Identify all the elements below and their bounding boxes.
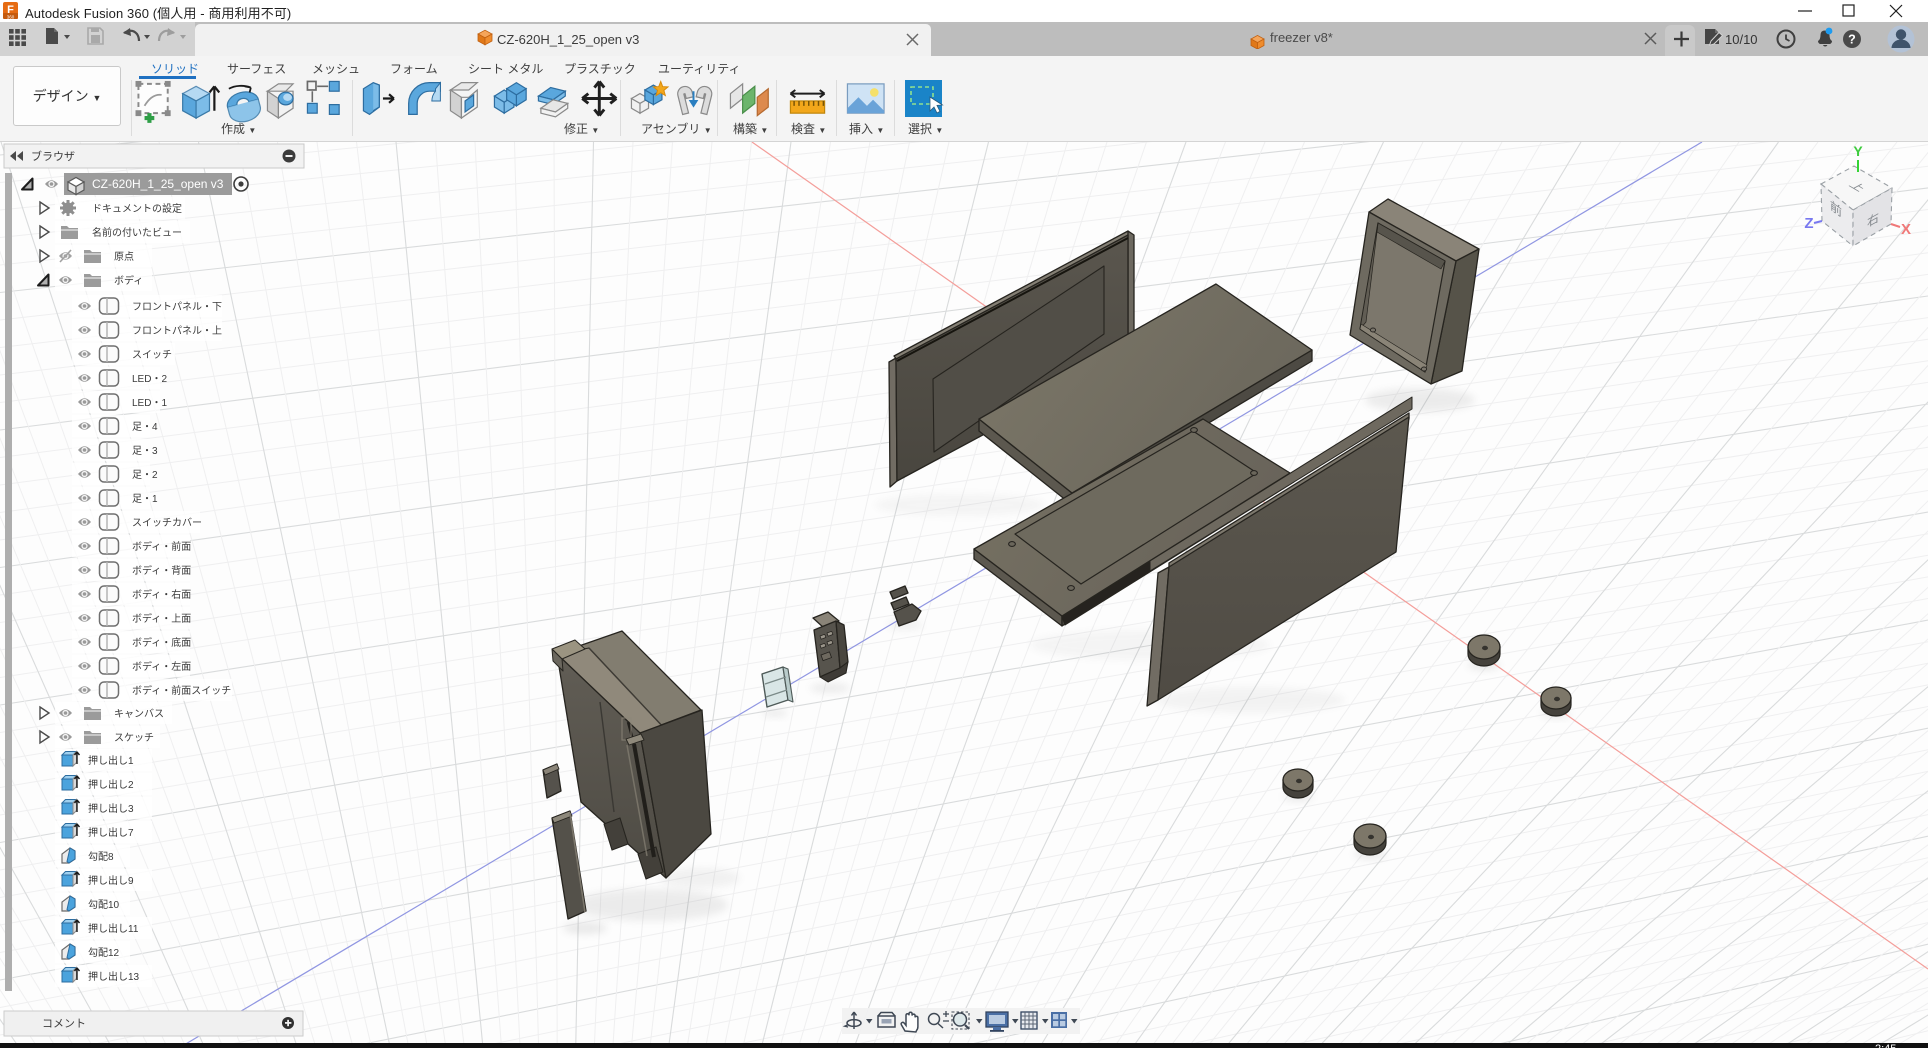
svg-text:LED・1: LED・1 [132,398,167,409]
svg-text:ボディ: ボディ [114,274,143,287]
svg-text:勾配8: 勾配8 [88,850,114,863]
svg-text:押し出し11: 押し出し11 [88,922,139,935]
svg-text:スイッチ: スイッチ [132,349,172,361]
svg-text:押し出し7: 押し出し7 [88,826,134,839]
svg-text:コメント: コメント [42,1018,86,1030]
svg-text:勾配10: 勾配10 [88,898,120,911]
svg-text:フロントパネル・下: フロントパネル・下 [132,301,222,313]
svg-text:Y: Y [1853,143,1863,159]
svg-text:フロントパネル・上: フロントパネル・上 [132,325,222,337]
svg-text:原点: 原点 [114,251,134,263]
svg-text:ボディ・左面: ボディ・左面 [132,660,191,673]
svg-text:ドキュメントの設定: ドキュメントの設定 [92,202,182,215]
svg-text:2:45: 2:45 [1875,1043,1896,1048]
svg-text:押し出し1: 押し出し1 [88,754,134,767]
svg-text:足・2: 足・2 [132,469,158,481]
svg-text:スケッチ: スケッチ [114,732,154,744]
svg-text:ボディ・底面: ボディ・底面 [132,636,191,649]
svg-text:LED・2: LED・2 [132,374,167,385]
svg-text:押し出し9: 押し出し9 [88,874,134,887]
svg-text:スイッチカバー: スイッチカバー [132,517,202,529]
svg-text:ボディ・背面: ボディ・背面 [132,564,191,577]
svg-text:足・4: 足・4 [132,421,158,433]
svg-text:押し出し2: 押し出し2 [88,778,134,791]
svg-text:ボディ・前面スイッチ: ボディ・前面スイッチ [132,684,231,697]
svg-text:ブラウザ: ブラウザ [31,149,75,163]
svg-text:名前の付いたビュー: 名前の付いたビュー [92,226,182,239]
svg-text:押し出し13: 押し出し13 [88,970,140,983]
svg-text:CZ-620H_1_25_open v3: CZ-620H_1_25_open v3 [92,177,224,191]
svg-text:X: X [1901,221,1911,238]
svg-text:ボディ・右面: ボディ・右面 [132,588,191,601]
svg-text:押し出し3: 押し出し3 [88,802,134,815]
svg-text:ボディ・前面: ボディ・前面 [132,540,191,553]
svg-text:ボディ・上面: ボディ・上面 [132,612,191,625]
svg-text:足・1: 足・1 [132,493,158,505]
svg-text:Z: Z [1804,215,1813,232]
svg-text:勾配12: 勾配12 [88,946,120,959]
svg-text:足・3: 足・3 [132,445,158,457]
svg-text:キャンバス: キャンバス [114,708,164,720]
